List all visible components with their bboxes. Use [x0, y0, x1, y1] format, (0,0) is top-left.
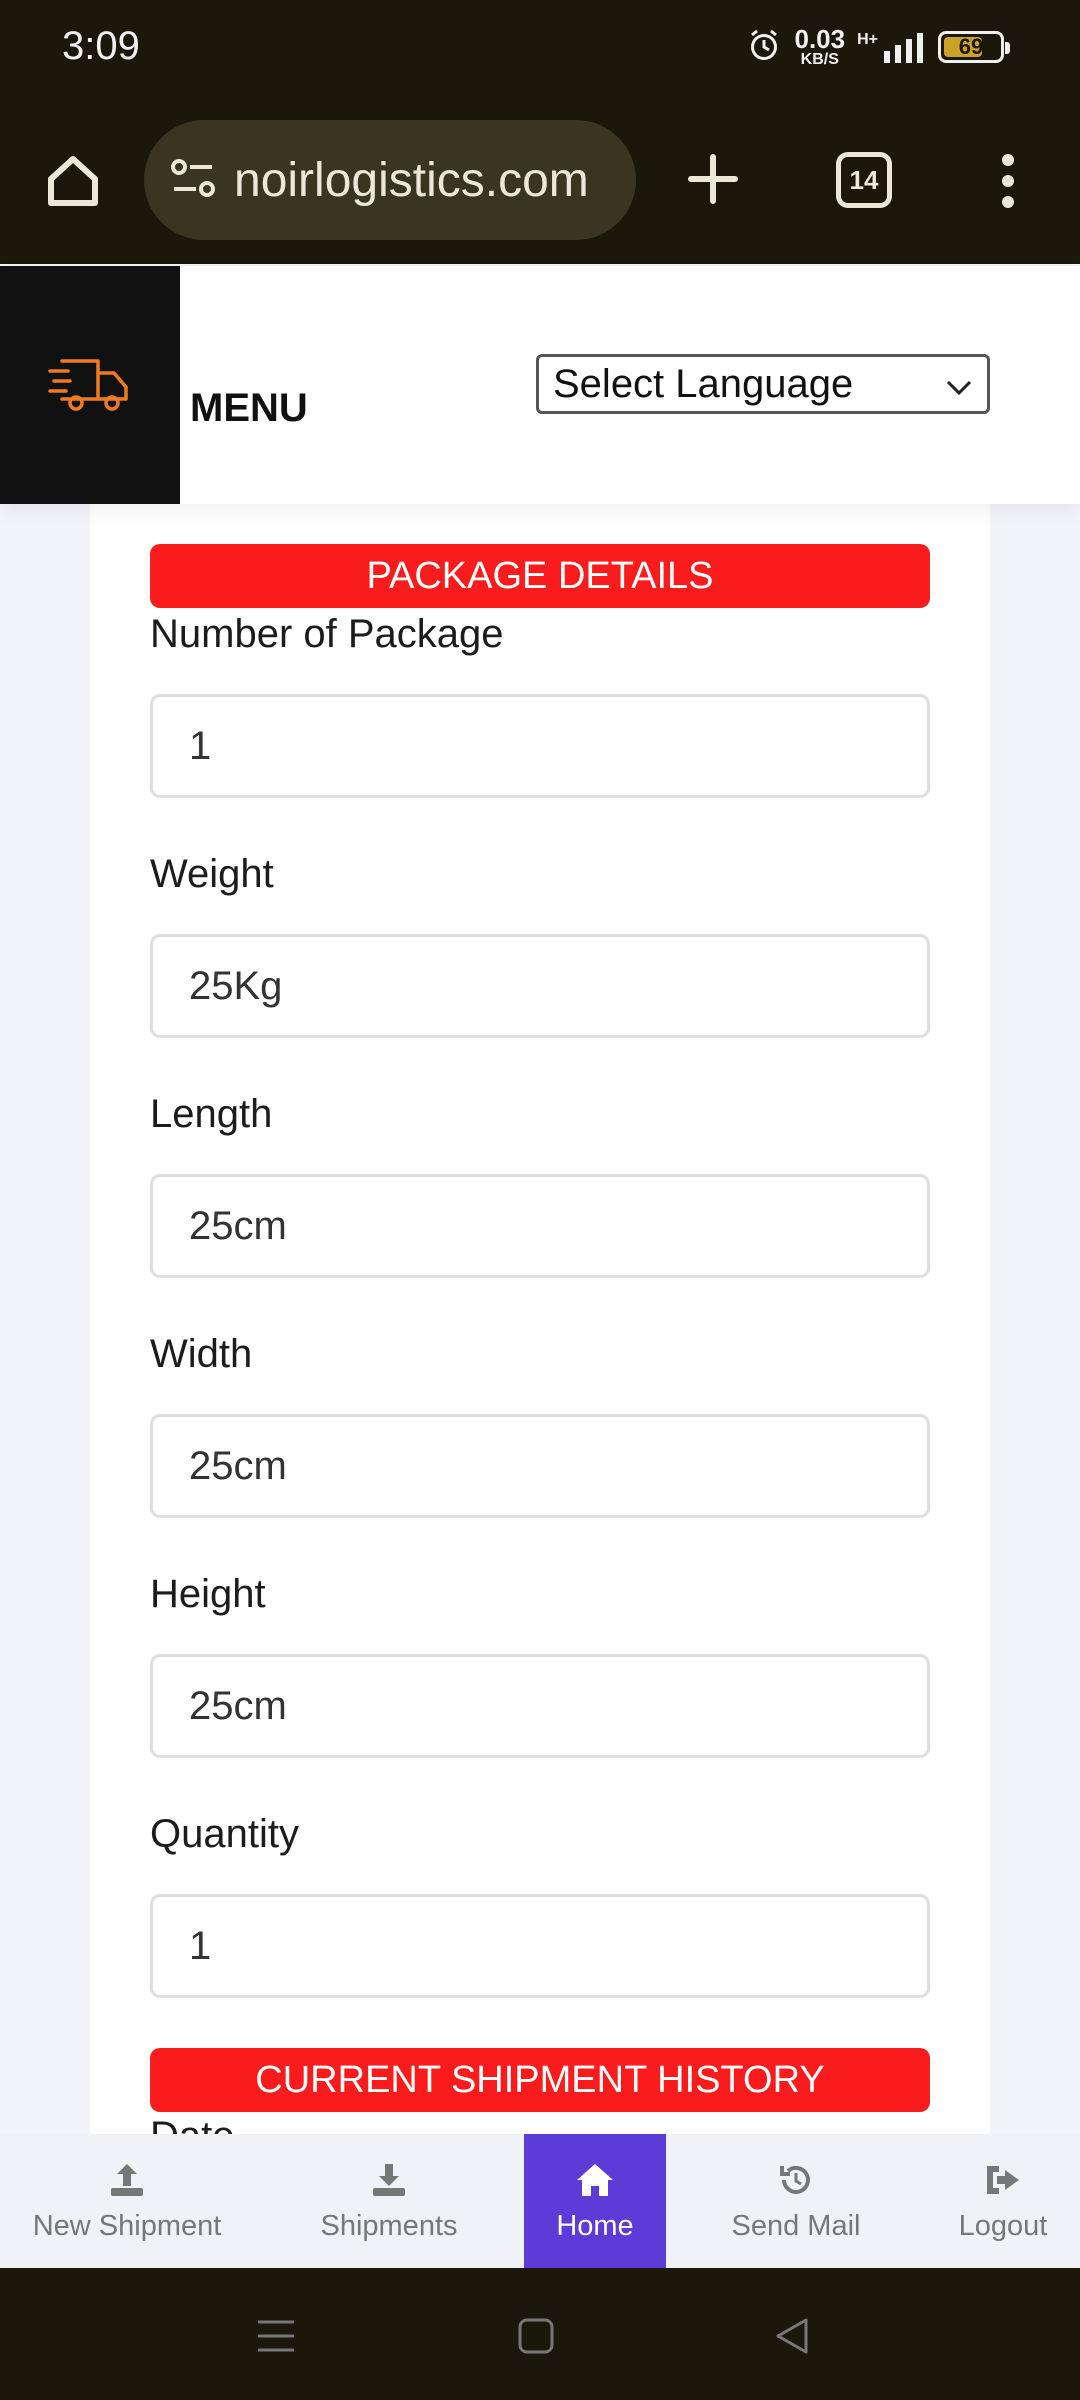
site-settings-icon[interactable] [170, 158, 216, 203]
upload-icon [107, 2160, 147, 2200]
number-of-package-label: Number of Package [150, 612, 504, 656]
new-tab-button[interactable] [680, 146, 746, 212]
square-icon [518, 2318, 554, 2354]
menu-lines-icon [258, 2320, 294, 2352]
length-label: Length [150, 1092, 273, 1136]
width-input[interactable]: 25cm [150, 1414, 930, 1518]
nav-label: Home [556, 2209, 634, 2242]
number-of-package-input[interactable]: 1 [150, 694, 930, 798]
weight-input[interactable]: 25Kg [150, 934, 930, 1038]
shipment-history-header: CURRENT SHIPMENT HISTORY [150, 2048, 930, 2112]
signal-icon: H+ [857, 31, 926, 63]
plus-icon [688, 154, 738, 204]
nav-home[interactable]: Home [524, 2134, 666, 2268]
battery-icon: 69 [938, 31, 1010, 63]
back-triangle-icon [776, 2318, 808, 2354]
language-select-value: Select Language [553, 361, 854, 406]
back-button[interactable] [764, 2308, 820, 2364]
tab-switcher-button[interactable]: 14 [836, 152, 892, 208]
system-home-button[interactable] [508, 2308, 564, 2364]
bottom-navigation: New Shipment Shipments Home Send Mail Lo… [0, 2134, 1080, 2268]
height-input[interactable]: 25cm [150, 1654, 930, 1758]
nav-shipments[interactable]: Shipments [254, 2134, 524, 2268]
quantity-label: Quantity [150, 1812, 299, 1856]
more-options-button[interactable] [990, 148, 1026, 214]
home-icon [575, 2160, 615, 2200]
status-time: 3:09 [62, 24, 140, 68]
network-speed: 0.03 KB/S [794, 24, 846, 68]
status-icons: 0.03 KB/S H+ 69 [746, 24, 1010, 68]
package-details-header: PACKAGE DETAILS [150, 544, 930, 608]
dot [1002, 154, 1014, 166]
system-navigation-bar [0, 2268, 1080, 2400]
browser-home-button[interactable] [40, 148, 106, 214]
home-outline-icon [48, 156, 98, 206]
date-label: Date [150, 2116, 235, 2134]
network-type: H+ [857, 31, 878, 48]
url-text[interactable]: noirlogistics.com [234, 153, 589, 208]
browser-chrome: 3:09 0.03 KB/S H+ 69 noirlogistics.com 1… [0, 0, 1080, 264]
nav-new-shipment[interactable]: New Shipment [0, 2134, 254, 2268]
site-header: MENU Select Language [0, 266, 1080, 504]
delivery-truck-icon [48, 359, 128, 411]
recent-apps-button[interactable] [248, 2308, 304, 2364]
quantity-input[interactable]: 1 [150, 1894, 930, 1998]
nav-label: Logout [958, 2209, 1048, 2242]
battery-percent: 69 [958, 34, 984, 59]
width-label: Width [150, 1332, 253, 1376]
nav-label: Send Mail [731, 2209, 861, 2242]
nav-logout[interactable]: Logout [926, 2134, 1080, 2268]
logout-icon [983, 2160, 1023, 2200]
logo[interactable] [0, 266, 180, 504]
length-input[interactable]: 25cm [150, 1174, 930, 1278]
menu-toggle[interactable]: MENU [190, 386, 308, 431]
address-bar[interactable]: noirlogistics.com [144, 120, 636, 240]
alarm-icon [746, 27, 782, 68]
chevron-down-icon [945, 362, 973, 407]
language-select[interactable]: Select Language [536, 354, 990, 414]
package-form-card: PACKAGE DETAILS Number of Package 1 Weig… [90, 504, 990, 2134]
weight-label: Weight [150, 852, 274, 896]
history-icon [776, 2160, 816, 2200]
height-label: Height [150, 1572, 266, 1616]
download-icon [369, 2160, 409, 2200]
dot [1002, 175, 1014, 187]
nav-label: New Shipment [32, 2209, 222, 2242]
dot [1002, 196, 1014, 208]
nav-label: Shipments [320, 2209, 458, 2242]
nav-send-mail[interactable]: Send Mail [666, 2134, 926, 2268]
